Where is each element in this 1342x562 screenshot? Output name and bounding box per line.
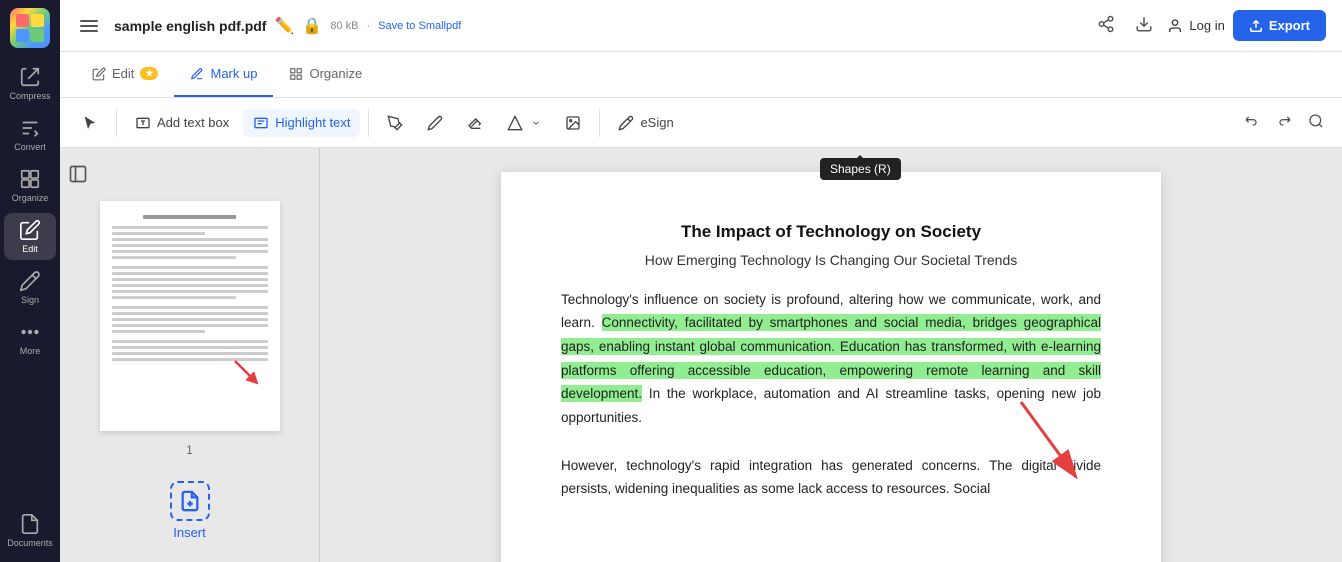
sidebar-item-convert[interactable]: Convert xyxy=(4,111,56,158)
toolbar-separator-1 xyxy=(116,109,117,137)
pen-tool[interactable] xyxy=(377,109,413,137)
toolbar: Add text box Highlight text xyxy=(60,98,1342,148)
sidebar-item-sign[interactable]: Sign xyxy=(4,264,56,311)
tab-edit-label: Edit xyxy=(112,66,134,81)
edit-badge: ★ xyxy=(140,67,158,80)
pencil-tool[interactable] xyxy=(417,109,453,137)
search-button[interactable] xyxy=(1302,107,1330,138)
pdf-body: Technology's influence on society is pro… xyxy=(561,288,1101,430)
sidebar-item-organize[interactable]: Organize xyxy=(4,162,56,209)
thumb-arrow-annotation xyxy=(230,356,265,391)
share-button[interactable] xyxy=(1091,9,1121,42)
sidebar-compress-label: Compress xyxy=(9,91,50,101)
shapes-tool[interactable] xyxy=(497,109,551,137)
toolbar-separator-2 xyxy=(368,109,369,137)
sidebar-item-documents[interactable]: Documents xyxy=(4,507,56,554)
highlight-text-label: Highlight text xyxy=(275,115,350,130)
sidebar-sign-label: Sign xyxy=(21,295,39,305)
sidebar-item-edit[interactable]: Edit xyxy=(4,213,56,260)
pdf-viewer: The Impact of Technology on Society How … xyxy=(320,148,1342,562)
page-number: 1 xyxy=(186,443,193,457)
file-name: sample english pdf.pdf xyxy=(114,18,266,34)
thumb-lines xyxy=(100,201,280,375)
toggle-sidebar-button[interactable] xyxy=(68,164,88,189)
sidebar-convert-label: Convert xyxy=(14,142,46,152)
undo-button[interactable] xyxy=(1238,107,1266,138)
top-header: sample english pdf.pdf ✏️ 🔒 80 kB · Save… xyxy=(60,0,1342,52)
tab-organize[interactable]: Organize xyxy=(273,52,378,97)
file-info: sample english pdf.pdf ✏️ 🔒 80 kB · Save… xyxy=(114,16,1079,36)
add-textbox-label: Add text box xyxy=(157,115,229,130)
highlight-text-button[interactable]: Highlight text xyxy=(243,109,360,137)
page-panel: 1 Insert xyxy=(60,148,320,562)
para1-end: In the workplace, automation and AI stre… xyxy=(561,386,1101,425)
edit-filename-icon[interactable]: ✏️ xyxy=(274,16,294,36)
tab-edit[interactable]: Edit ★ xyxy=(76,52,174,97)
lock-icon[interactable]: 🔒 xyxy=(302,16,322,36)
para2-start: However, technology's rapid integration … xyxy=(561,458,1101,497)
insert-button[interactable]: Insert xyxy=(170,481,210,540)
sidebar-documents-label: Documents xyxy=(7,538,53,548)
tab-bar: Edit ★ Mark up Organize xyxy=(60,52,1342,98)
left-sidebar: Compress Convert Organize Edit Sign xyxy=(0,0,60,562)
main-area: sample english pdf.pdf ✏️ 🔒 80 kB · Save… xyxy=(60,0,1342,562)
image-tool[interactable] xyxy=(555,109,591,137)
tab-markup-label: Mark up xyxy=(210,66,257,81)
sidebar-item-more[interactable]: More xyxy=(4,315,56,362)
app-logo[interactable] xyxy=(10,8,50,48)
sidebar-organize-label: Organize xyxy=(12,193,49,203)
esign-label: eSign xyxy=(640,115,673,130)
sidebar-edit-label: Edit xyxy=(22,244,38,254)
save-to-smallpdf-link[interactable]: Save to Smallpdf xyxy=(378,20,461,32)
export-label: Export xyxy=(1269,18,1310,33)
download-button[interactable] xyxy=(1129,9,1159,42)
sidebar-item-compress[interactable]: Compress xyxy=(4,60,56,107)
cursor-tool[interactable] xyxy=(72,109,108,137)
menu-button[interactable] xyxy=(76,16,102,36)
shapes-tooltip: Shapes (R) xyxy=(820,158,901,180)
login-label: Log in xyxy=(1189,18,1224,33)
add-textbox-button[interactable]: Add text box xyxy=(125,109,239,137)
tab-markup[interactable]: Mark up xyxy=(174,52,273,97)
pdf-body-2: However, technology's rapid integration … xyxy=(561,454,1101,501)
thumb-content xyxy=(100,201,280,431)
insert-icon xyxy=(170,481,210,521)
eraser-tool[interactable] xyxy=(457,109,493,137)
page-thumbnail[interactable] xyxy=(100,201,280,431)
sidebar-more-label: More xyxy=(20,346,41,356)
toolbar-right xyxy=(1238,107,1330,138)
file-action-icons: ✏️ 🔒 xyxy=(274,16,322,36)
pdf-title: The Impact of Technology on Society xyxy=(561,220,1101,244)
export-button[interactable]: Export xyxy=(1233,10,1326,41)
file-size: 80 kB xyxy=(330,20,358,32)
header-right: Log in Export xyxy=(1091,9,1326,42)
pdf-subtitle: How Emerging Technology Is Changing Our … xyxy=(561,252,1101,268)
esign-tool[interactable]: eSign xyxy=(608,109,683,137)
redo-button[interactable] xyxy=(1270,107,1298,138)
toolbar-separator-3 xyxy=(599,109,600,137)
tab-organize-label: Organize xyxy=(309,66,362,81)
insert-label: Insert xyxy=(173,525,206,540)
content-area: 1 Insert The Impact of Technology on Soc… xyxy=(60,148,1342,562)
login-button[interactable]: Log in xyxy=(1167,18,1224,34)
pdf-page: The Impact of Technology on Society How … xyxy=(501,172,1161,562)
